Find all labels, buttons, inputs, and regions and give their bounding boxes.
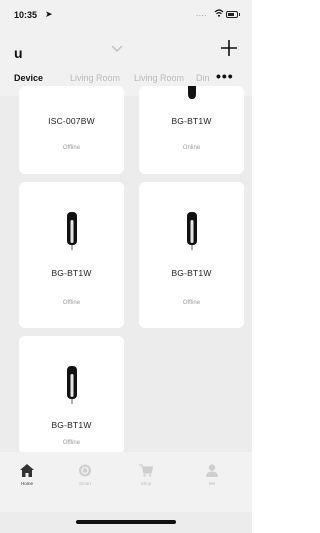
tabbar-shop-label: Shop: [140, 481, 152, 486]
chevron-down-icon[interactable]: [110, 42, 124, 56]
device-name: BG-BT1W: [171, 116, 212, 126]
device-status: Online: [182, 145, 201, 151]
device-name: BG-BT1W: [51, 268, 92, 278]
wifi-icon: [214, 9, 224, 17]
thermometer-probe-icon: [187, 86, 196, 99]
device-name: ISC-007BW: [48, 116, 95, 126]
tabbar-shop[interactable]: Shop: [126, 464, 166, 486]
device-card[interactable]: ISC-007BW Offline: [19, 86, 124, 174]
device-status: Offline: [62, 300, 81, 306]
thermometer-probe-icon: [186, 212, 197, 250]
tab-living-room[interactable]: Living Room: [70, 73, 120, 83]
device-card[interactable]: BG-BT1W Offline: [19, 182, 124, 328]
thermometer-probe-icon: [66, 212, 77, 250]
device-name: BG-BT1W: [171, 268, 212, 278]
home-selector-name[interactable]: u: [14, 45, 23, 61]
device-card[interactable]: BG-BT1W Offline: [19, 336, 124, 454]
bottom-tab-bar: Home Smart Shop Me: [0, 452, 252, 512]
plus-icon[interactable]: [219, 38, 239, 58]
tabbar-smart[interactable]: Smart: [65, 464, 105, 486]
more-tabs-button[interactable]: •••: [216, 68, 234, 84]
device-card[interactable]: BG-BT1W Online: [139, 86, 244, 174]
device-card[interactable]: BG-BT1W Offline: [139, 182, 244, 328]
device-status: Offline: [62, 145, 81, 151]
room-tabs: Device Living Room Living Room Din •••: [0, 68, 252, 88]
thermometer-probe-icon: [66, 366, 77, 404]
tabbar-me[interactable]: Me: [192, 464, 232, 486]
device-status: Offline: [62, 440, 81, 446]
home-icon: [20, 464, 34, 477]
tab-device[interactable]: Device: [14, 73, 43, 83]
battery-icon: [226, 11, 240, 18]
signal-dots: ....: [196, 9, 207, 18]
tab-dining[interactable]: Din: [196, 73, 210, 83]
home-indicator[interactable]: [76, 520, 176, 524]
tabbar-home[interactable]: Home: [7, 464, 47, 486]
tabbar-smart-label: Smart: [78, 481, 91, 486]
app-screen: 10:35 ➤ .... u Device Living Room Living…: [0, 0, 252, 533]
location-arrow-icon: ➤: [45, 9, 53, 19]
smart-icon: [79, 464, 91, 477]
tab-living-room-2[interactable]: Living Room: [134, 73, 184, 83]
status-bar: 10:35 ➤ ....: [0, 0, 252, 28]
tabbar-home-label: Home: [20, 481, 33, 486]
device-status: Offline: [182, 300, 201, 306]
person-icon: [206, 464, 218, 477]
status-time: 10:35: [14, 10, 38, 20]
tabbar-me-label: Me: [208, 481, 216, 486]
cart-icon: [139, 464, 153, 477]
device-name: BG-BT1W: [51, 420, 92, 430]
